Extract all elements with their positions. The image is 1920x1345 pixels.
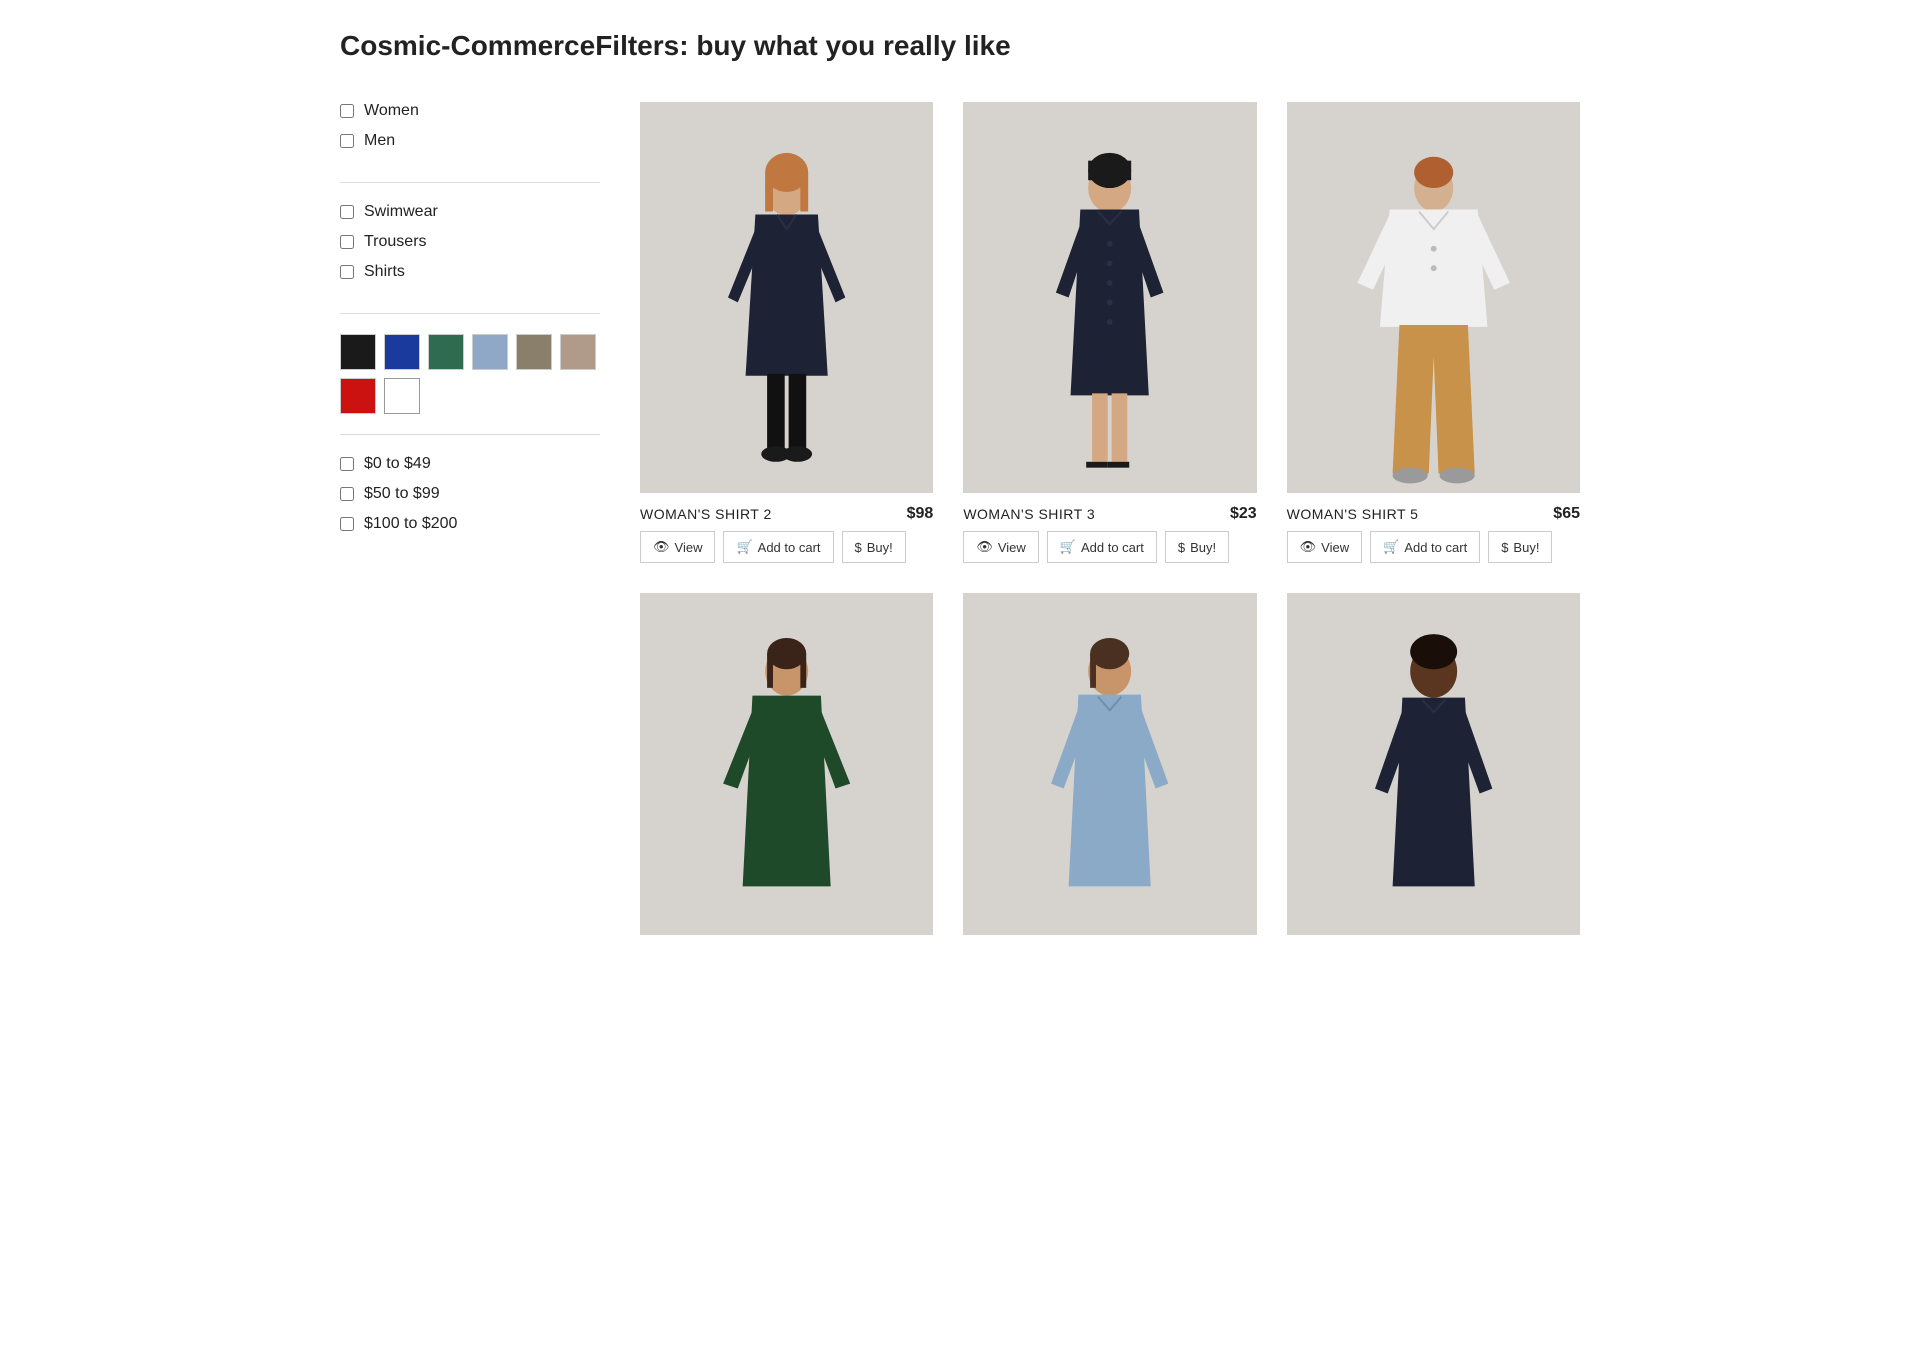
filter-trousers[interactable]: Trousers <box>340 233 600 251</box>
view-button-shirt2[interactable]: 👁 View <box>640 531 715 563</box>
product-illustration-shirt6 <box>640 593 933 935</box>
color-swatch-red[interactable] <box>340 378 376 414</box>
category-filter-group: Swimwear Trousers Shirts <box>340 203 600 314</box>
view-button-shirt5[interactable]: 👁 View <box>1287 531 1362 563</box>
filter-swimwear-checkbox[interactable] <box>340 205 354 219</box>
eye-icon: 👁 <box>1300 539 1317 555</box>
dollar-icon: $ <box>1501 540 1508 555</box>
filter-shirts-checkbox[interactable] <box>340 265 354 279</box>
product-info-shirt2: WOMAN'S SHIRT 2 $98 <box>640 493 933 531</box>
color-swatch-blue[interactable] <box>384 334 420 370</box>
filter-price-100-200-checkbox[interactable] <box>340 517 354 531</box>
product-illustration-shirt5 <box>1287 102 1580 493</box>
gender-filter-group: Women Men <box>340 102 600 183</box>
add-to-cart-button-shirt3[interactable]: 🛒 Add to cart <box>1047 531 1157 563</box>
product-card-shirt8 <box>1287 593 1580 935</box>
product-info-shirt3: WOMAN'S SHIRT 3 $23 <box>963 493 1256 531</box>
dollar-icon: $ <box>1178 540 1185 555</box>
product-illustration-shirt7 <box>963 593 1256 935</box>
product-image-shirt5 <box>1287 102 1580 493</box>
product-image-shirt6 <box>640 593 933 935</box>
product-card-shirt2: WOMAN'S SHIRT 2 $98 👁 View 🛒 Add to cart… <box>640 102 933 563</box>
filter-price-50-99-checkbox[interactable] <box>340 487 354 501</box>
filter-swimwear-label: Swimwear <box>364 203 438 221</box>
products-grid: WOMAN'S SHIRT 2 $98 👁 View 🛒 Add to cart… <box>640 102 1580 935</box>
product-card-shirt3: WOMAN'S SHIRT 3 $23 👁 View 🛒 Add to cart… <box>963 102 1256 563</box>
filter-men-label: Men <box>364 132 395 150</box>
filter-price-0-49[interactable]: $0 to $49 <box>340 455 600 473</box>
product-illustration-shirt8 <box>1287 593 1580 935</box>
filter-shirts[interactable]: Shirts <box>340 263 600 281</box>
filter-price-100-200[interactable]: $100 to $200 <box>340 515 600 533</box>
product-name-shirt3: WOMAN'S SHIRT 3 <box>963 506 1095 522</box>
color-filter-group <box>340 334 600 435</box>
product-name-shirt5: WOMAN'S SHIRT 5 <box>1287 506 1419 522</box>
buy-button-shirt2[interactable]: $ Buy! <box>842 531 906 563</box>
filter-trousers-checkbox[interactable] <box>340 235 354 249</box>
product-price-shirt3: $23 <box>1230 505 1257 523</box>
product-name-shirt2: WOMAN'S SHIRT 2 <box>640 506 772 522</box>
filter-shirts-label: Shirts <box>364 263 405 281</box>
cart-icon: 🛒 <box>736 539 752 555</box>
filter-price-0-49-checkbox[interactable] <box>340 457 354 471</box>
product-illustration-shirt3 <box>963 102 1256 493</box>
price-filter-group: $0 to $49 $50 to $99 $100 to $200 <box>340 455 600 565</box>
filter-women-checkbox[interactable] <box>340 104 354 118</box>
color-swatch-lightblue[interactable] <box>472 334 508 370</box>
product-card-shirt7 <box>963 593 1256 935</box>
filter-price-50-99-label: $50 to $99 <box>364 485 440 503</box>
filter-trousers-label: Trousers <box>364 233 427 251</box>
filter-women[interactable]: Women <box>340 102 600 120</box>
product-image-shirt2 <box>640 102 933 493</box>
eye-icon: 👁 <box>976 539 993 555</box>
view-button-shirt3[interactable]: 👁 View <box>963 531 1038 563</box>
product-actions-shirt3: 👁 View 🛒 Add to cart $ Buy! <box>963 531 1256 563</box>
filter-men[interactable]: Men <box>340 132 600 150</box>
product-actions-shirt5: 👁 View 🛒 Add to cart $ Buy! <box>1287 531 1580 563</box>
color-swatch-green[interactable] <box>428 334 464 370</box>
product-actions-shirt2: 👁 View 🛒 Add to cart $ Buy! <box>640 531 933 563</box>
color-swatch-white[interactable] <box>384 378 420 414</box>
filter-price-100-200-label: $100 to $200 <box>364 515 457 533</box>
product-info-shirt5: WOMAN'S SHIRT 5 $65 <box>1287 493 1580 531</box>
cart-icon: 🛒 <box>1060 539 1076 555</box>
product-price-shirt5: $65 <box>1553 505 1580 523</box>
filter-swimwear[interactable]: Swimwear <box>340 203 600 221</box>
eye-icon: 👁 <box>653 539 670 555</box>
product-image-shirt7 <box>963 593 1256 935</box>
filter-men-checkbox[interactable] <box>340 134 354 148</box>
buy-button-shirt5[interactable]: $ Buy! <box>1488 531 1552 563</box>
add-to-cart-button-shirt5[interactable]: 🛒 Add to cart <box>1370 531 1480 563</box>
filter-price-0-49-label: $0 to $49 <box>364 455 431 473</box>
buy-button-shirt3[interactable]: $ Buy! <box>1165 531 1229 563</box>
add-to-cart-button-shirt2[interactable]: 🛒 Add to cart <box>723 531 833 563</box>
page-title: Cosmic-CommerceFilters: buy what you rea… <box>340 30 1580 62</box>
product-illustration-shirt2 <box>640 102 933 493</box>
product-image-shirt3 <box>963 102 1256 493</box>
sidebar: Women Men Swimwear Trousers <box>340 102 600 935</box>
product-price-shirt2: $98 <box>907 505 934 523</box>
color-swatches-container <box>340 334 600 414</box>
color-swatch-black[interactable] <box>340 334 376 370</box>
color-swatch-taupe[interactable] <box>560 334 596 370</box>
product-image-shirt8 <box>1287 593 1580 935</box>
dollar-icon: $ <box>855 540 862 555</box>
filter-price-50-99[interactable]: $50 to $99 <box>340 485 600 503</box>
product-card-shirt6 <box>640 593 933 935</box>
color-swatch-khaki[interactable] <box>516 334 552 370</box>
cart-icon: 🛒 <box>1383 539 1399 555</box>
filter-women-label: Women <box>364 102 419 120</box>
product-card-shirt5: WOMAN'S SHIRT 5 $65 👁 View 🛒 Add to cart… <box>1287 102 1580 563</box>
